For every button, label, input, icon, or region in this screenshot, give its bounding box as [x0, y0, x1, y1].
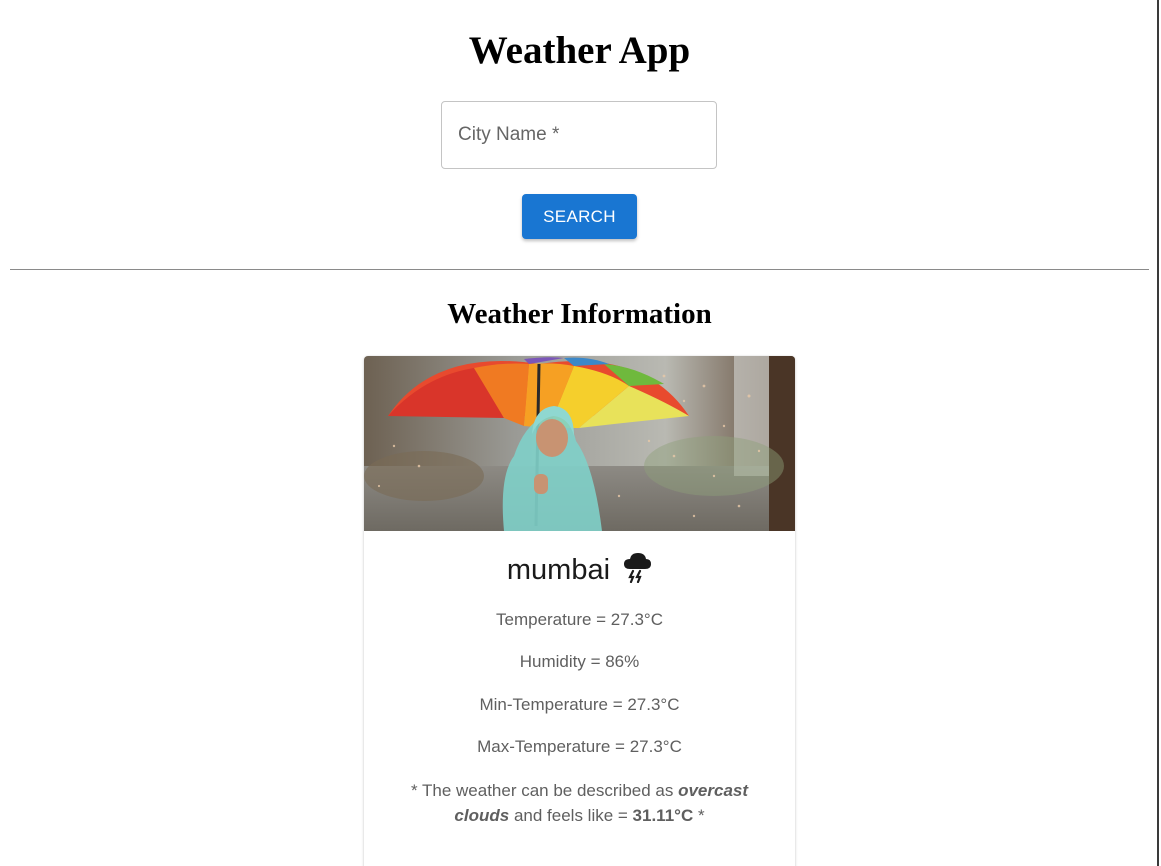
feels-like-value: 31.11°C [632, 806, 694, 825]
window-edge [1157, 0, 1159, 866]
city-name-field[interactable] [441, 101, 717, 169]
min-temperature-stat: Min-Temperature = 27.3°C [479, 695, 680, 714]
thunderstorm-cloud-icon [624, 553, 652, 583]
max-temperature-stat: Max-Temperature = 27.3°C [477, 737, 682, 756]
rain-umbrella-photo [364, 356, 795, 531]
city-name-input[interactable] [442, 102, 716, 168]
description-middle: and feels like = [509, 806, 633, 825]
temperature-stat: Temperature = 27.3°C [496, 610, 663, 629]
weather-description: * The weather can be described as overca… [390, 778, 769, 828]
section-title: Weather Information [447, 298, 712, 330]
city-heading: mumbai [364, 548, 795, 592]
search-button[interactable]: SEARCH [522, 194, 637, 239]
divider [10, 269, 1149, 270]
description-prefix: * The weather can be described as [410, 781, 679, 800]
humidity-stat: Humidity = 86% [519, 652, 640, 671]
app-title: Weather App [468, 29, 691, 72]
city-name: mumbai [506, 554, 611, 586]
description-suffix: * [693, 806, 705, 825]
